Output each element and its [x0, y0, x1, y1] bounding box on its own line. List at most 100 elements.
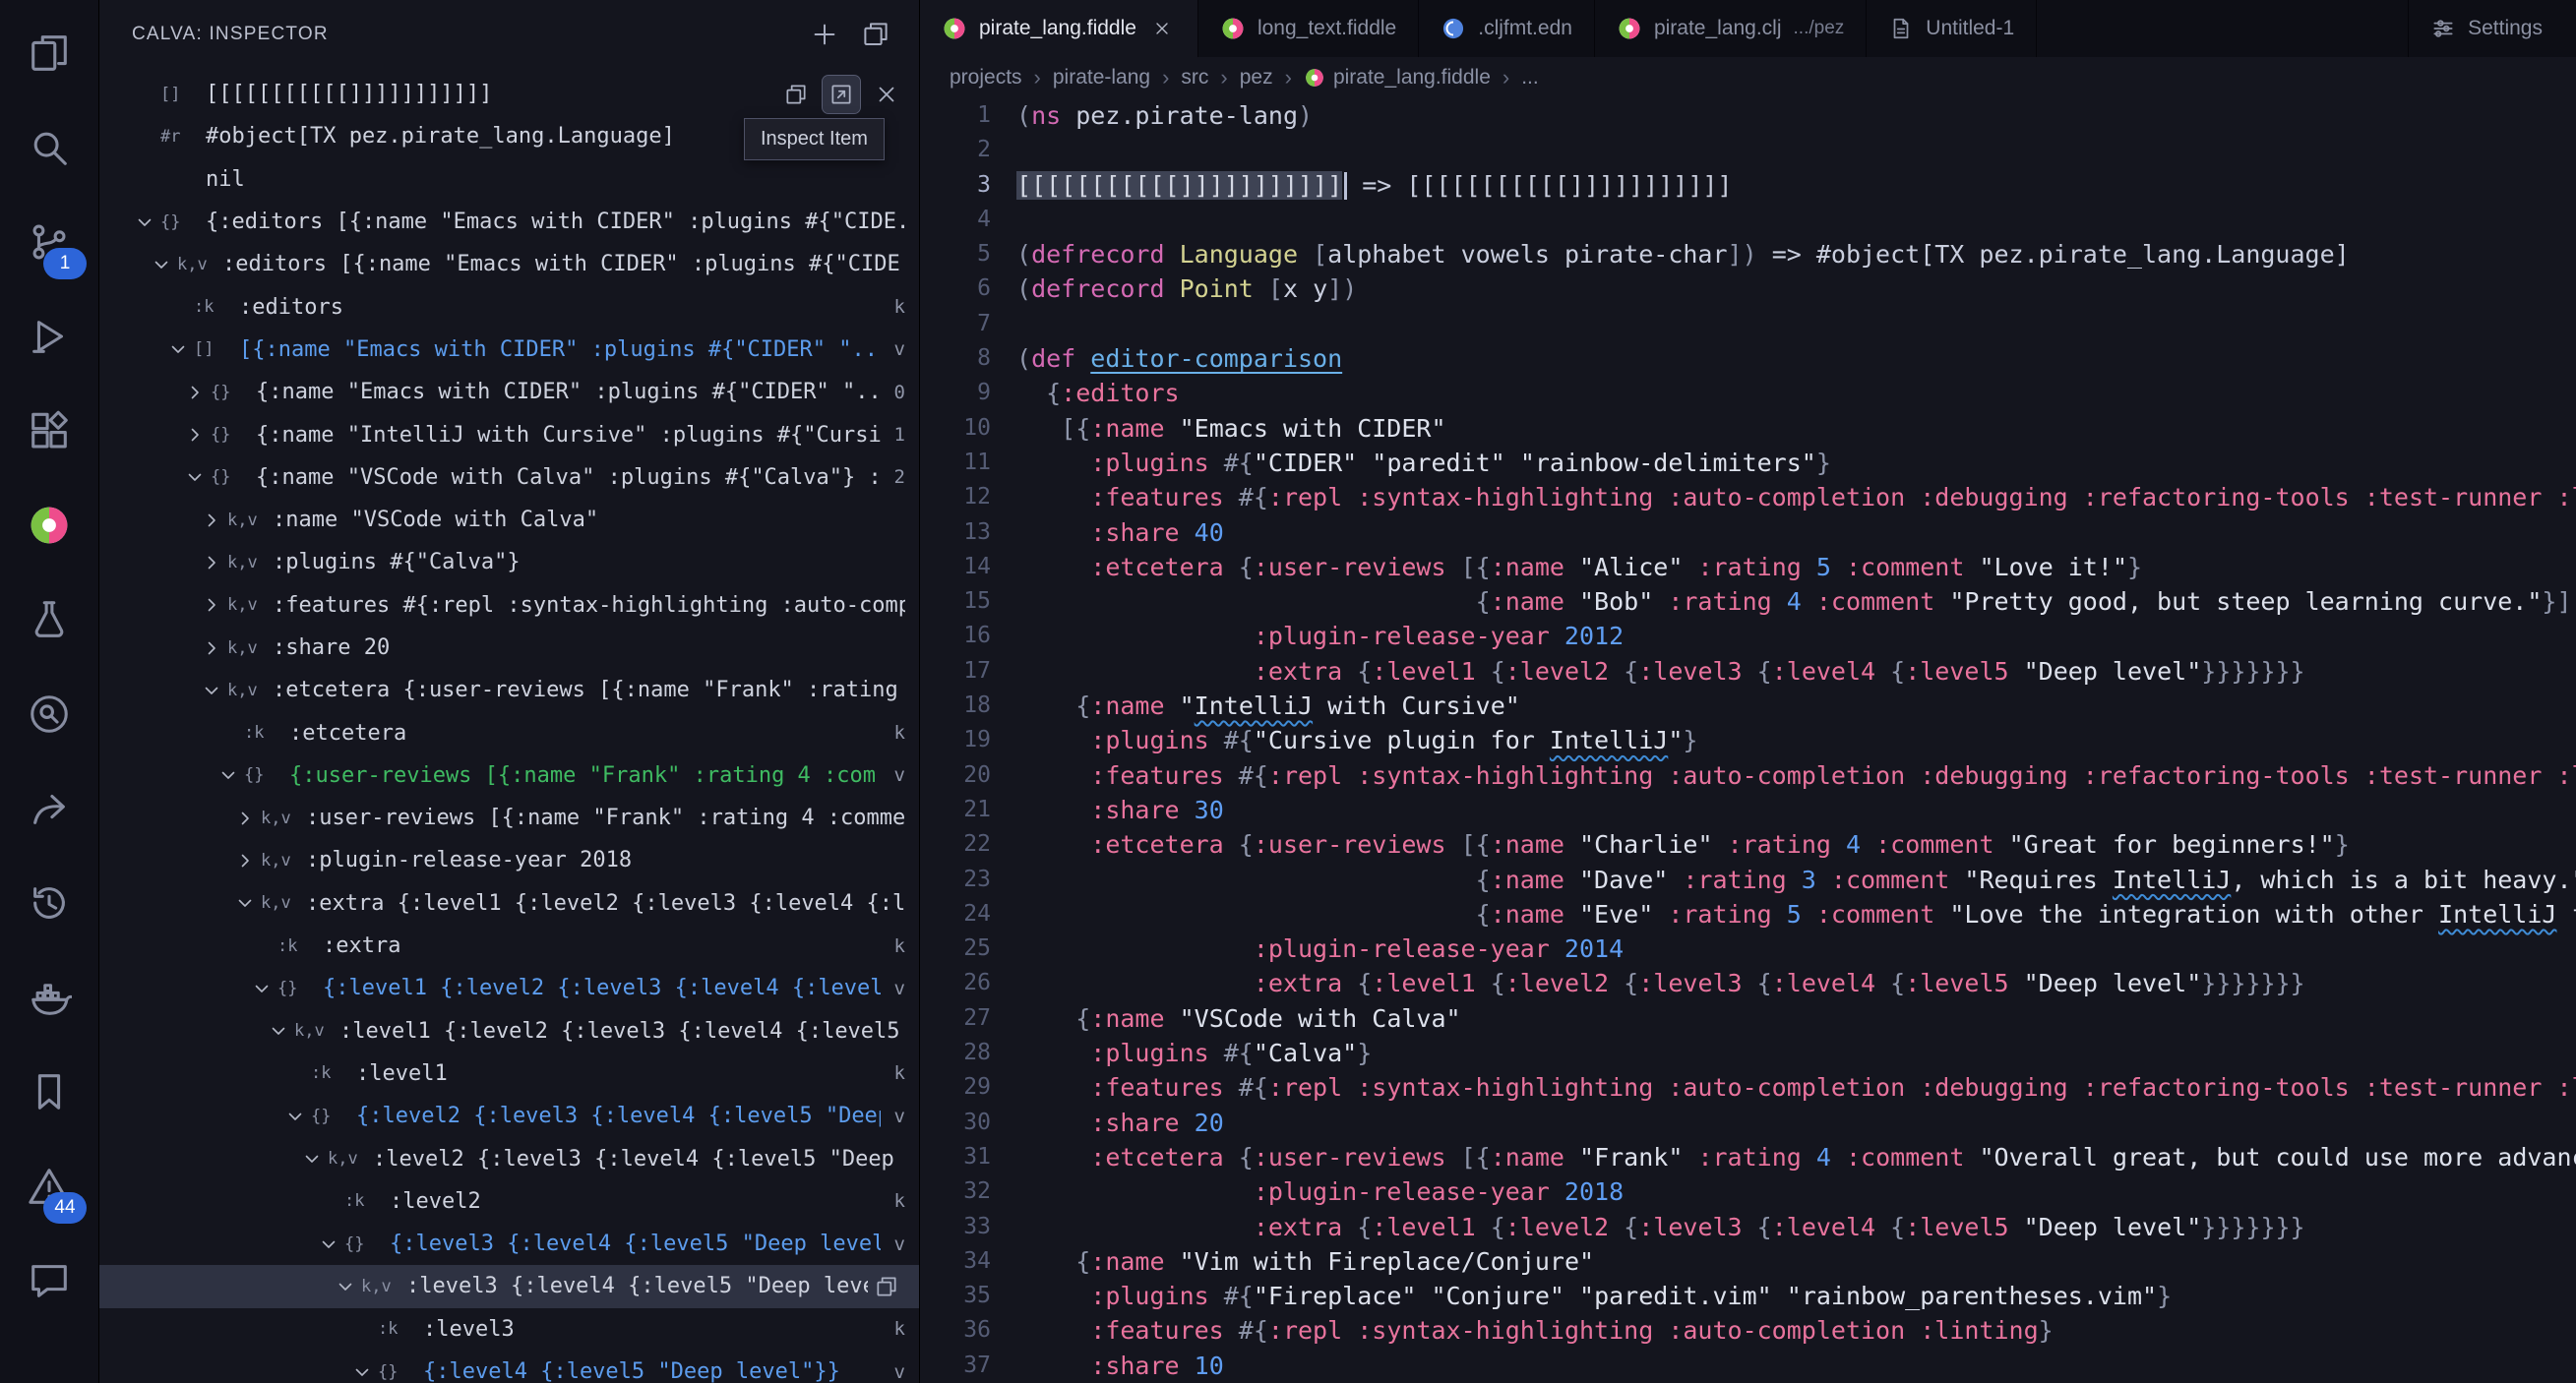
breadcrumb-item[interactable]: ... — [1521, 66, 1539, 90]
code-line[interactable]: 8 (def editor-comparison — [920, 341, 2576, 376]
chevron-down-icon[interactable] — [279, 1105, 311, 1128]
inspector-row[interactable]: :k:editors k — [99, 285, 919, 328]
code-line[interactable]: 12 :features #{:repl :syntax-highlightin… — [920, 480, 2576, 514]
chevron-down-icon[interactable] — [313, 1233, 344, 1256]
chevron-down-icon[interactable] — [346, 1360, 378, 1383]
code-line[interactable]: 21 :share 30 — [920, 793, 2576, 827]
close-icon[interactable] — [1148, 15, 1176, 42]
activity-comments-button[interactable] — [0, 1235, 98, 1330]
chevron-down-icon[interactable] — [129, 210, 160, 234]
code-line[interactable]: 37 :share 10 — [920, 1349, 2576, 1383]
close-icon[interactable] — [868, 76, 905, 113]
inspector-row[interactable]: k,v:features #{:repl :syntax-highlightin… — [99, 584, 919, 627]
inspector-row[interactable]: k,v:level1 {:level2 {:level3 {:level4 {:… — [99, 1010, 919, 1052]
chevron-down-icon[interactable] — [246, 977, 277, 1000]
activity-files-button[interactable] — [0, 8, 98, 102]
code-editor[interactable]: 1 (ns pez.pirate-lang) 2 3[[[[[[[[[[[]]]]]]… — [920, 98, 2576, 1383]
code-line[interactable]: 3 [[[[[[[[[[[]]]]]]]]]]] => [[[[[[[[[[[]]… — [920, 168, 2576, 203]
chevron-right-icon[interactable] — [196, 509, 227, 532]
chevron-down-icon[interactable] — [296, 1147, 328, 1171]
code-line[interactable]: 30 :share 20 — [920, 1106, 2576, 1140]
chevron-right-icon[interactable] — [229, 849, 261, 872]
activity-testing-button[interactable] — [0, 574, 98, 669]
activity-calva-button[interactable] — [0, 480, 98, 574]
inspector-row[interactable]: {} {:level3 {:level4 {:level5 "Deep level… — [99, 1223, 919, 1265]
code-line[interactable]: 18 {:name "IntelliJ with Cursive" — [920, 689, 2576, 723]
code-line[interactable]: 5 (defrecord Language [alphabet vowels pi… — [920, 237, 2576, 271]
code-line[interactable]: 16 :plugin-release-year 2012 — [920, 619, 2576, 653]
inspector-row[interactable]: k,v:editors [{:name "Emacs with CIDER" :… — [99, 243, 919, 285]
inspector-row[interactable]: k,v:plugin-release-year 2018 — [99, 839, 919, 881]
inspector-row[interactable]: :k:level2 k — [99, 1180, 919, 1223]
code-line[interactable]: 10 [{:name "Emacs with CIDER" — [920, 411, 2576, 446]
inspect-icon[interactable] — [822, 74, 861, 114]
code-line[interactable]: 11 :plugins #{"CIDER" "paredit" "rainbow… — [920, 446, 2576, 480]
code-line[interactable]: 35 :plugins #{"Fireplace" "Conjure" "par… — [920, 1279, 2576, 1313]
code-line[interactable]: 36 :features #{:repl :syntax-highlightin… — [920, 1313, 2576, 1348]
code-line[interactable]: 24 {:name "Eve" :rating 5 :comment "Love… — [920, 897, 2576, 932]
code-line[interactable]: 7 — [920, 307, 2576, 341]
code-line[interactable]: 26 :extra {:level1 {:level2 {:level3 {:l… — [920, 966, 2576, 1000]
inspector-row[interactable]: {} {:editors [{:name "Emacs with CIDER" :… — [99, 201, 919, 243]
inspector-row[interactable]: k,v:level3 {:level4 {:level5 "Deep level… — [99, 1265, 919, 1308]
tab-long-text-fiddle[interactable]: long_text.fiddle — [1198, 0, 1420, 57]
code-line[interactable]: 25 :plugin-release-year 2014 — [920, 932, 2576, 966]
chevron-down-icon[interactable] — [213, 763, 244, 787]
inspector-row[interactable]: {} {:level1 {:level2 {:level3 {:level4 {:… — [99, 967, 919, 1009]
chevron-right-icon[interactable] — [196, 551, 227, 574]
code-line[interactable]: 4 — [920, 203, 2576, 237]
code-line[interactable]: 2 — [920, 133, 2576, 167]
tab-pirate-lang-clj[interactable]: pirate_lang.clj .../pez — [1595, 0, 1868, 57]
activity-search-button[interactable] — [0, 102, 98, 197]
copy-icon[interactable] — [868, 1268, 905, 1305]
inspector-row[interactable]: k,v:plugins #{"Calva"} — [99, 541, 919, 583]
inspector-row[interactable]: {} {:level4 {:level5 "Deep level"}} v — [99, 1351, 919, 1383]
tab-settings[interactable]: Settings — [2408, 0, 2576, 57]
code-line[interactable]: 9 {:editors — [920, 376, 2576, 410]
inspector-row[interactable]: {} {:user-reviews [{:name "Frank" :rating… — [99, 754, 919, 797]
inspector-row[interactable]: nil — [99, 158, 919, 201]
add-item-icon[interactable] — [803, 13, 846, 56]
activity-source-control-button[interactable]: 1 — [0, 197, 98, 291]
code-line[interactable]: 14 :etcetera {:user-reviews [{:name "Ali… — [920, 550, 2576, 584]
breadcrumb-item[interactable]: pirate_lang.fiddle — [1304, 66, 1491, 90]
inspector-row[interactable]: k,v:etcetera {:user-reviews [{:name "Fra… — [99, 669, 919, 711]
inspector-row[interactable]: {} {:name "Emacs with CIDER" :plugins #{"… — [99, 371, 919, 413]
breadcrumb-item[interactable]: pirate-lang — [1053, 66, 1150, 90]
chevron-down-icon[interactable] — [146, 253, 177, 276]
chevron-right-icon[interactable] — [179, 381, 211, 404]
inspector-row[interactable]: :k:etcetera k — [99, 711, 919, 753]
activity-search-circle-button[interactable] — [0, 669, 98, 763]
code-line[interactable]: 31 :etcetera {:user-reviews [{:name "Fra… — [920, 1140, 2576, 1174]
chevron-right-icon[interactable] — [196, 593, 227, 617]
inspector-row[interactable]: k,v:share 20 — [99, 627, 919, 669]
chevron-right-icon[interactable] — [179, 423, 211, 447]
chevron-right-icon[interactable] — [196, 636, 227, 660]
code-line[interactable]: 13 :share 40 — [920, 515, 2576, 550]
inspector-row[interactable]: k,v:extra {:level1 {:level2 {:level3 {:l… — [99, 882, 919, 925]
breadcrumb-item[interactable]: pez — [1240, 66, 1273, 90]
inspector-row[interactable]: k,v:user-reviews [{:name "Frank" :rating… — [99, 797, 919, 839]
activity-run-debug-button[interactable] — [0, 291, 98, 386]
code-line[interactable]: 27 {:name "VSCode with Calva" — [920, 1001, 2576, 1036]
inspector-row[interactable]: {} {:name "IntelliJ with Cursive" :plugin… — [99, 413, 919, 455]
tab--cljfmt-edn[interactable]: .cljfmt.edn — [1419, 0, 1595, 57]
tab-untitled-1[interactable]: Untitled-1 — [1867, 0, 2038, 57]
inspector-row[interactable]: {} {:name "VSCode with Calva" :plugins #{… — [99, 456, 919, 499]
chevron-down-icon[interactable] — [229, 891, 261, 915]
chevron-down-icon[interactable] — [162, 337, 194, 361]
code-line[interactable]: 22 :etcetera {:user-reviews [{:name "Cha… — [920, 827, 2576, 862]
inspector-row[interactable]: [] [{:name "Emacs with CIDER" :plugins #{… — [99, 329, 919, 371]
code-line[interactable]: 28 :plugins #{"Calva"} — [920, 1036, 2576, 1070]
activity-extensions-button[interactable] — [0, 386, 98, 480]
code-line[interactable]: 23 {:name "Dave" :rating 3 :comment "Req… — [920, 863, 2576, 897]
chevron-down-icon[interactable] — [196, 679, 227, 702]
chevron-down-icon[interactable] — [263, 1019, 294, 1043]
activity-live-share-button[interactable] — [0, 763, 98, 858]
code-line[interactable]: 17 :extra {:level1 {:level2 {:level3 {:l… — [920, 654, 2576, 689]
inspector-row[interactable]: k,v:level2 {:level3 {:level4 {:level5 "D… — [99, 1137, 919, 1179]
activity-bookmarks-button[interactable] — [0, 1047, 98, 1141]
activity-docker-button[interactable] — [0, 952, 98, 1047]
inspector-row[interactable]: :k:level3 k — [99, 1308, 919, 1351]
chevron-down-icon[interactable] — [179, 465, 211, 489]
